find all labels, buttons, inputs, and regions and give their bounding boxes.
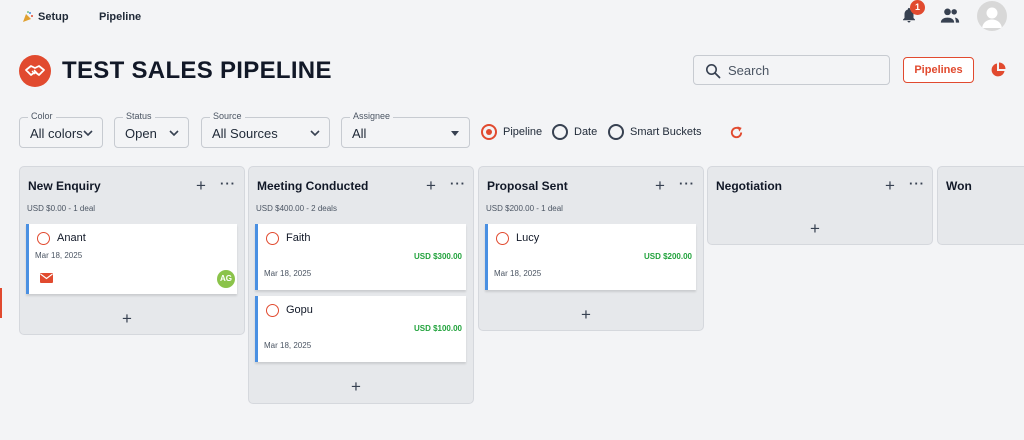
source-filter-label: Source — [210, 111, 245, 121]
status-filter-value: Open — [125, 126, 157, 141]
source-filter[interactable]: Source All Sources — [201, 111, 330, 148]
stage-title: New Enquiry — [28, 179, 101, 193]
add-deal-icon[interactable]: + — [351, 378, 361, 395]
deal-date: Mar 18, 2025 — [494, 269, 542, 278]
nav-setup[interactable]: Setup — [22, 11, 69, 23]
stage-title: Won — [946, 179, 972, 193]
deal-amount: USD $300.00 — [413, 252, 462, 261]
mail-icon[interactable] — [40, 273, 53, 283]
view-option-smart-buckets-label: Smart Buckets — [630, 126, 702, 138]
assignee-filter-label: Assignee — [350, 111, 394, 121]
stage-summary: USD $0.00 - 1 deal — [27, 204, 96, 213]
stage-title: Meeting Conducted — [257, 179, 369, 193]
color-filter-value: All colors — [30, 126, 83, 141]
stage-column-meeting-conducted: Meeting Conducted + ··· USD $400.00 - 2 … — [248, 166, 474, 404]
deal-card[interactable]: Lucy USD $200.00 Mar 18, 2025 — [485, 224, 696, 290]
party-popper-icon — [23, 11, 33, 22]
nav-setup-label: Setup — [38, 11, 69, 23]
deal-name: Gopu — [286, 304, 313, 316]
status-circle-icon[interactable] — [266, 304, 279, 317]
radio-date[interactable] — [552, 124, 568, 140]
color-filter-label: Color — [28, 111, 56, 121]
pipelines-button[interactable]: Pipelines — [903, 57, 974, 83]
status-filter[interactable]: Status Open — [114, 111, 189, 148]
view-option-date-label: Date — [574, 126, 598, 138]
status-circle-icon[interactable] — [496, 232, 509, 245]
view-option-smart-buckets[interactable]: Smart Buckets — [608, 124, 702, 140]
status-circle-icon[interactable] — [37, 232, 50, 245]
deal-name: Lucy — [516, 232, 540, 244]
chevron-down-icon — [310, 130, 320, 137]
handshake-icon — [25, 65, 45, 76]
source-filter-value: All Sources — [212, 126, 278, 141]
chevron-down-icon — [83, 130, 93, 137]
stage-column-won: Won — [937, 166, 1024, 245]
more-options-icon[interactable]: ··· — [909, 176, 925, 191]
view-option-date[interactable]: Date — [552, 124, 597, 140]
add-deal-icon[interactable]: + — [196, 177, 206, 194]
more-options-icon[interactable]: ··· — [220, 176, 236, 191]
view-option-pipeline-label: Pipeline — [503, 126, 543, 138]
pie-chart-icon[interactable] — [990, 62, 1006, 78]
stage-column-proposal-sent: Proposal Sent + ··· USD $200.00 - 1 deal… — [478, 166, 704, 331]
stage-summary: USD $200.00 - 1 deal — [486, 204, 563, 213]
stage-title: Proposal Sent — [487, 179, 568, 193]
status-filter-label: Status — [123, 111, 155, 121]
top-bar: Setup Pipeline 1 — [0, 0, 1024, 36]
refresh-icon[interactable] — [729, 125, 744, 140]
people-icon[interactable] — [940, 7, 960, 25]
deal-card[interactable]: Anant Mar 18, 2025 AG — [26, 224, 237, 294]
deal-amount: USD $100.00 — [413, 324, 462, 333]
radio-pipeline[interactable] — [481, 124, 497, 140]
assignee-filter[interactable]: Assignee All — [341, 111, 470, 148]
add-deal-icon[interactable]: + — [581, 306, 591, 323]
color-filter[interactable]: Color All colors — [19, 111, 103, 148]
add-deal-icon[interactable]: + — [885, 177, 895, 194]
assignee-filter-value: All — [352, 126, 367, 141]
search-icon — [706, 64, 721, 79]
pipeline-logo — [19, 55, 51, 87]
notification-badge: 1 — [910, 0, 925, 15]
add-deal-icon[interactable]: + — [426, 177, 436, 194]
deal-date: Mar 18, 2025 — [264, 341, 312, 350]
stage-title: Negotiation — [716, 179, 782, 193]
user-avatar[interactable] — [977, 1, 1007, 31]
add-deal-icon[interactable]: + — [122, 310, 132, 327]
view-option-pipeline[interactable]: Pipeline — [481, 124, 542, 140]
chevron-down-icon — [169, 130, 179, 137]
deal-date: Mar 18, 2025 — [264, 269, 312, 278]
dropdown-arrow-icon — [451, 131, 459, 136]
add-deal-icon[interactable]: + — [810, 220, 820, 237]
search-input[interactable] — [728, 60, 878, 80]
deal-name: Anant — [57, 232, 86, 244]
more-options-icon[interactable]: ··· — [450, 176, 466, 191]
deal-date: Mar 18, 2025 — [35, 251, 83, 260]
stage-column-negotiation: Negotiation + ··· + — [707, 166, 933, 245]
nav-pipeline[interactable]: Pipeline — [99, 11, 141, 23]
deal-amount: USD $200.00 — [643, 252, 692, 261]
radio-smart-buckets[interactable] — [608, 124, 624, 140]
deal-name: Faith — [286, 232, 311, 244]
deal-card[interactable]: Faith USD $300.00 Mar 18, 2025 — [255, 224, 466, 290]
add-deal-icon[interactable]: + — [655, 177, 665, 194]
stage-summary: USD $400.00 - 2 deals — [256, 204, 337, 213]
deal-card[interactable]: Gopu USD $100.00 Mar 18, 2025 — [255, 296, 466, 362]
search-box[interactable] — [693, 55, 890, 85]
page-title: TEST SALES PIPELINE — [62, 57, 332, 84]
stage-column-new-enquiry: New Enquiry + ··· USD $0.00 - 1 deal Ana… — [19, 166, 245, 335]
status-circle-icon[interactable] — [266, 232, 279, 245]
user-silhouette-icon — [982, 7, 1002, 28]
owner-avatar[interactable]: AG — [217, 270, 235, 288]
more-options-icon[interactable]: ··· — [679, 176, 695, 191]
left-edge-marker — [0, 288, 2, 318]
